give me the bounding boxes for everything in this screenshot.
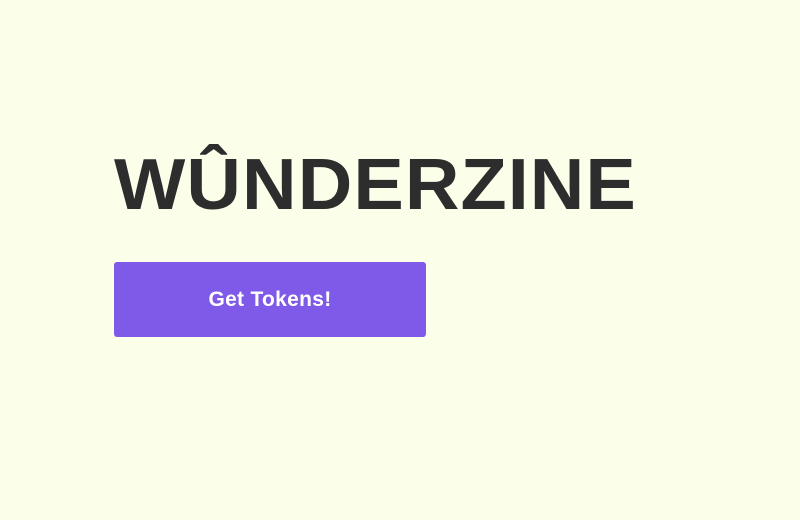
get-tokens-button[interactable]: Get Tokens! (114, 262, 426, 337)
brand-title: WÛNDERZINE (114, 145, 637, 225)
